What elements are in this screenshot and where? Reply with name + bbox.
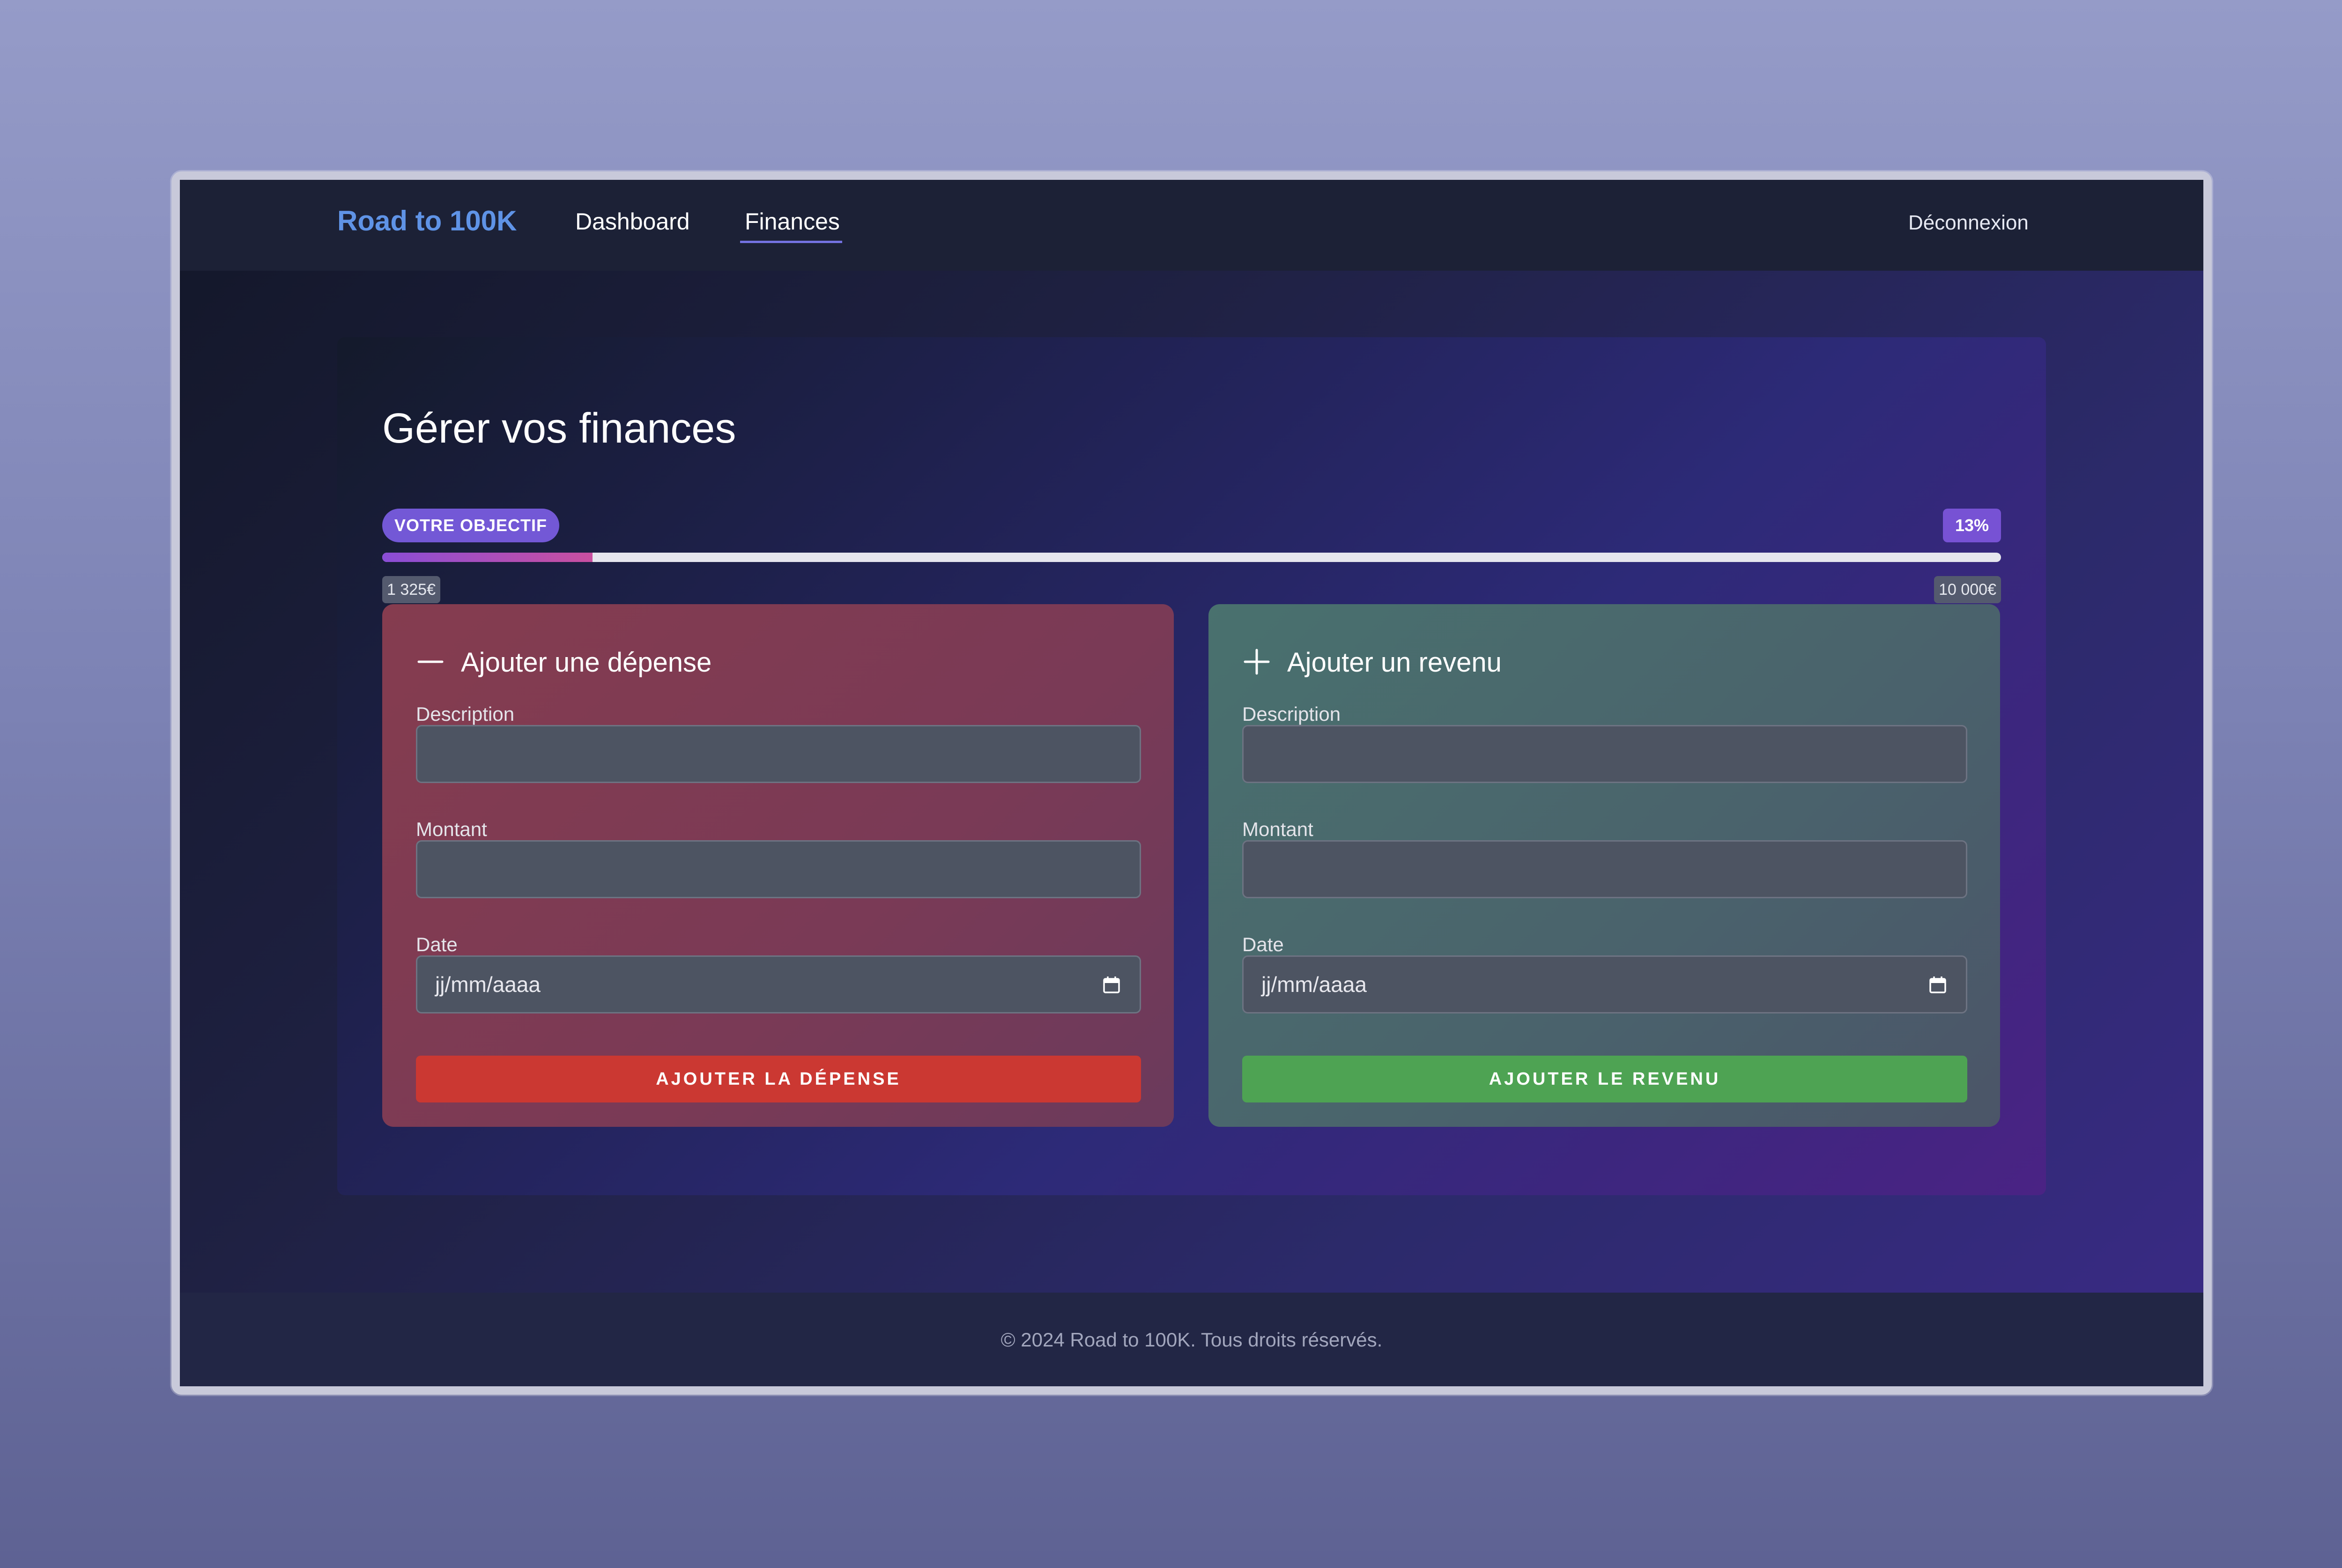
income-amount-label: Montant — [1242, 818, 1313, 840]
minus-icon — [417, 660, 444, 663]
target-amount-chip: 10 000€ — [1934, 576, 2001, 603]
plus-icon — [1244, 649, 1270, 675]
page-title: Gérer vos finances — [382, 405, 736, 452]
calendar-icon[interactable] — [1102, 976, 1121, 994]
goal-badge: VOTRE OBJECTIF — [382, 509, 560, 542]
add-income-button[interactable]: AJOUTER LE REVENU — [1242, 1056, 1967, 1102]
income-form-title: Ajouter un revenu — [1287, 647, 1502, 678]
income-date-placeholder: jj/mm/aaaa — [1261, 972, 1367, 997]
nav-link-finances[interactable]: Finances — [745, 210, 840, 233]
goal-percent-badge: 13% — [1943, 509, 2001, 542]
expense-form-card: Ajouter une dépense Description Montant … — [382, 604, 1174, 1127]
active-nav-indicator — [740, 241, 842, 243]
brand-logo[interactable]: Road to 100K — [337, 207, 517, 235]
expense-description-input[interactable] — [416, 725, 1141, 783]
app-screen: Road to 100K Dashboard Finances Déconnex… — [180, 180, 2203, 1386]
logout-button[interactable]: Déconnexion — [1908, 213, 2029, 233]
goal-progress-bar — [382, 553, 2001, 562]
calendar-icon[interactable] — [1928, 976, 1947, 994]
income-description-label: Description — [1242, 703, 1341, 725]
income-form-card: Ajouter un revenu Description Montant Da… — [1208, 604, 2000, 1127]
expense-date-placeholder: jj/mm/aaaa — [435, 972, 541, 997]
current-amount-chip: 1 325€ — [382, 576, 440, 603]
income-date-label: Date — [1242, 933, 1284, 955]
add-expense-button[interactable]: AJOUTER LA DÉPENSE — [416, 1056, 1141, 1102]
income-description-input[interactable] — [1242, 725, 1967, 783]
expense-amount-input[interactable] — [416, 840, 1141, 898]
income-date-input[interactable]: jj/mm/aaaa — [1242, 955, 1967, 1013]
expense-amount-label: Montant — [416, 818, 487, 840]
footer-copyright: © 2024 Road to 100K. Tous droits réservé… — [1001, 1329, 1383, 1351]
income-amount-input[interactable] — [1242, 840, 1967, 898]
top-navbar: Road to 100K Dashboard Finances Déconnex… — [180, 180, 2203, 271]
expense-date-label: Date — [416, 933, 458, 955]
expense-form-title: Ajouter une dépense — [461, 647, 712, 678]
expense-description-label: Description — [416, 703, 515, 725]
goal-progress-fill — [382, 553, 593, 562]
expense-date-input[interactable]: jj/mm/aaaa — [416, 955, 1141, 1013]
nav-link-dashboard[interactable]: Dashboard — [575, 210, 690, 233]
